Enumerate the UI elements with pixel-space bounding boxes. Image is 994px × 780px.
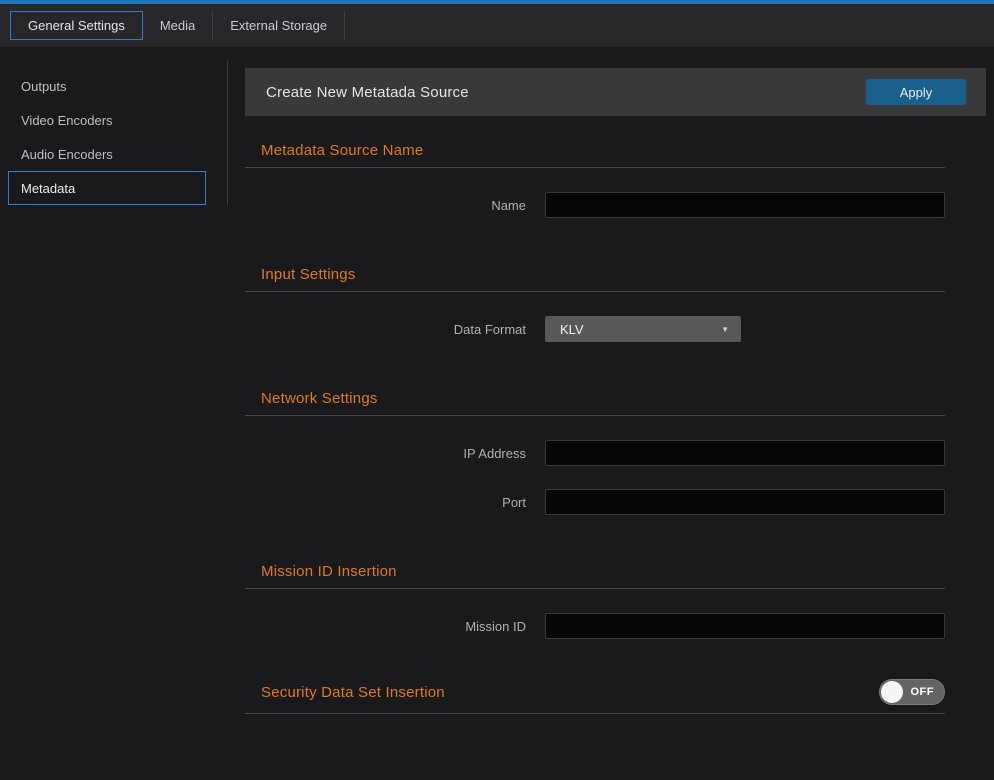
section-heading: Input Settings [245, 266, 945, 292]
toggle-state-label: OFF [911, 686, 935, 698]
section-metadata-source-name: Metadata Source Name Name [245, 142, 945, 218]
section-heading: Network Settings [245, 390, 945, 416]
section-security-data-set-insertion: Security Data Set Insertion OFF [245, 679, 945, 714]
name-input[interactable] [545, 192, 945, 218]
mission-id-input[interactable] [545, 613, 945, 639]
section-heading: Metadata Source Name [245, 142, 945, 168]
sidebar-item-video-encoders[interactable]: Video Encoders [8, 103, 206, 137]
toggle-knob [881, 681, 903, 703]
top-tab-bar: General Settings Media External Storage [0, 4, 994, 47]
sidebar-item-metadata[interactable]: Metadata [8, 171, 206, 205]
apply-button[interactable]: Apply [866, 79, 966, 105]
section-title-security-data-set-insertion: Security Data Set Insertion [261, 684, 445, 701]
sidebar-divider [227, 61, 228, 205]
tab-external-storage[interactable]: External Storage [213, 11, 345, 40]
tab-general-settings[interactable]: General Settings [10, 11, 143, 40]
section-title-input-settings: Input Settings [261, 266, 356, 283]
ip-address-input[interactable] [545, 440, 945, 466]
form-row-mission-id: Mission ID [245, 613, 945, 639]
data-format-select[interactable]: KLV ▼ [545, 316, 741, 342]
section-mission-id-insertion: Mission ID Insertion Mission ID [245, 563, 945, 639]
sidebar-item-audio-encoders[interactable]: Audio Encoders [8, 137, 206, 171]
section-title-metadata-source-name: Metadata Source Name [261, 142, 423, 159]
tab-media[interactable]: Media [143, 11, 213, 40]
form-row-ip-address: IP Address [245, 440, 945, 466]
sidebar: Outputs Video Encoders Audio Encoders Me… [0, 47, 227, 205]
sidebar-item-outputs[interactable]: Outputs [8, 69, 206, 103]
section-input-settings: Input Settings Data Format KLV ▼ [245, 266, 945, 342]
security-data-set-toggle[interactable]: OFF [879, 679, 945, 705]
section-network-settings: Network Settings IP Address Port [245, 390, 945, 515]
panel-header: Create New Metatada Source Apply [245, 68, 986, 116]
form-row-name: Name [245, 192, 945, 218]
ip-address-label: IP Address [245, 446, 526, 461]
section-heading: Mission ID Insertion [245, 563, 945, 589]
form-row-port: Port [245, 489, 945, 515]
chevron-down-icon: ▼ [721, 325, 729, 334]
data-format-label: Data Format [245, 322, 526, 337]
page-title: Create New Metatada Source [266, 84, 469, 101]
form-sections: Metadata Source Name Name Input Settings… [245, 142, 945, 714]
form-row-data-format: Data Format KLV ▼ [245, 316, 945, 342]
section-title-network-settings: Network Settings [261, 390, 378, 407]
port-input[interactable] [545, 489, 945, 515]
data-format-value: KLV [560, 322, 584, 337]
mission-id-label: Mission ID [245, 619, 526, 634]
name-label: Name [245, 198, 526, 213]
section-heading: Security Data Set Insertion OFF [245, 679, 945, 714]
section-title-mission-id-insertion: Mission ID Insertion [261, 563, 397, 580]
main-content: Create New Metatada Source Apply Metadat… [245, 68, 986, 714]
port-label: Port [245, 495, 526, 510]
